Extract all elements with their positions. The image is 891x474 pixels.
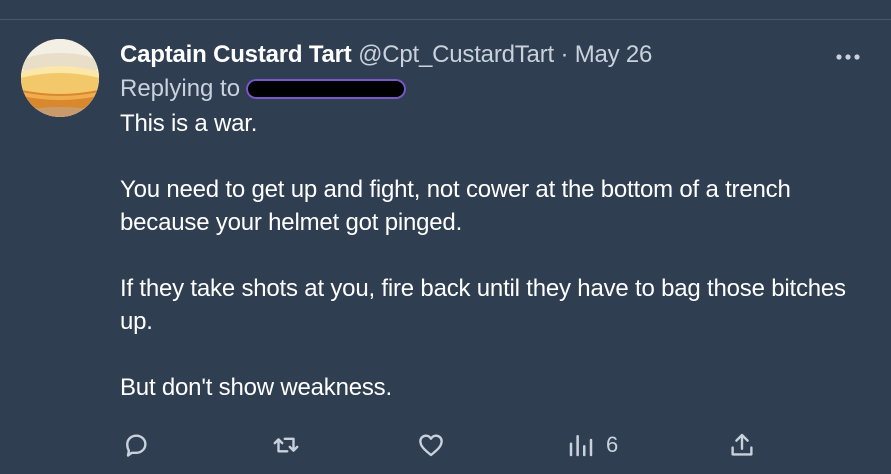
replying-to-line: Replying to	[120, 72, 860, 106]
views-count: 6	[606, 432, 619, 457]
reply-bubble-icon	[126, 434, 147, 457]
custard-tart-avatar-image	[21, 39, 99, 117]
replying-to-label: Replying to	[120, 75, 241, 102]
display-name[interactable]: Captain Custard Tart	[120, 41, 352, 68]
tweet-header: Captain Custard Tart @Cpt_CustardTart · …	[120, 38, 860, 72]
retweet-icon	[273, 437, 299, 453]
top-divider	[0, 19, 891, 20]
tweet-paragraph: But don't show weakness.	[120, 374, 392, 401]
views-button[interactable]: 6	[566, 428, 618, 462]
tweet-text: This is a war. You need to get up and fi…	[120, 107, 860, 404]
header-separator: ·	[560, 41, 569, 68]
retweet-button[interactable]	[271, 428, 301, 462]
tweet-date[interactable]: May 26	[575, 41, 653, 68]
user-handle[interactable]: @Cpt_CustardTart	[358, 41, 554, 68]
redacted-reply-handle[interactable]	[246, 79, 407, 99]
avatar[interactable]	[21, 39, 99, 117]
reply-button[interactable]	[121, 428, 151, 462]
tweet: Captain Custard Tart @Cpt_CustardTart · …	[120, 38, 860, 404]
tweet-paragraph: This is a war.	[120, 110, 258, 137]
tweet-paragraph: If they take shots at you, fire back unt…	[120, 275, 846, 335]
tweet-paragraph: You need to get up and fight, not cower …	[120, 176, 791, 236]
share-upload-icon	[731, 433, 753, 456]
heart-icon	[419, 434, 443, 457]
analytics-bars-icon	[569, 435, 593, 457]
tweet-actions-bar: 6	[0, 428, 891, 464]
like-button[interactable]	[416, 428, 446, 462]
share-button[interactable]	[727, 428, 757, 462]
